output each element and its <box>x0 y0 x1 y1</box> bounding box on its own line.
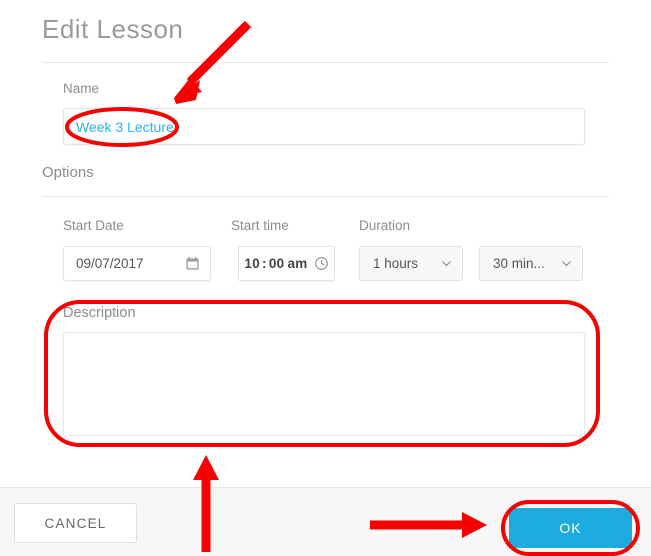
divider-options <box>42 196 609 197</box>
chevron-down-icon[interactable] <box>560 257 573 270</box>
name-field-label: Name <box>63 81 100 96</box>
description-textarea[interactable] <box>63 332 585 436</box>
start-time-meridiem[interactable]: am <box>287 256 307 271</box>
duration-minutes-value: 30 min... <box>493 256 545 271</box>
options-section-label: Options <box>42 164 94 181</box>
duration-hours-select[interactable]: 1 hours <box>359 246 463 281</box>
chevron-down-icon[interactable] <box>440 257 453 270</box>
start-time-label: Start time <box>231 218 289 233</box>
start-date-value: 09/07/2017 <box>76 256 144 271</box>
duration-hours-value: 1 hours <box>373 256 419 271</box>
description-label: Description <box>63 305 136 321</box>
start-time-separator: : <box>262 256 267 271</box>
edit-lesson-dialog: Edit Lesson Name Options Start Date 09/0… <box>0 0 651 556</box>
start-time-minutes[interactable]: 00 <box>269 256 285 271</box>
page-title: Edit Lesson <box>42 14 184 44</box>
divider-top <box>42 62 609 63</box>
start-date-label: Start Date <box>63 218 124 233</box>
ok-button[interactable]: OK <box>509 508 632 548</box>
name-input[interactable] <box>63 108 585 145</box>
clock-icon[interactable] <box>314 256 329 271</box>
duration-label: Duration <box>359 218 411 233</box>
duration-minutes-select[interactable]: 30 min... <box>479 246 583 281</box>
cancel-button[interactable]: CANCEL <box>14 503 137 543</box>
start-time-hours[interactable]: 10 <box>244 256 260 271</box>
dialog-body: Edit Lesson Name Options Start Date 09/0… <box>0 0 651 487</box>
start-time-input[interactable]: 10:00 am <box>238 246 335 281</box>
start-date-input[interactable]: 09/07/2017 <box>63 246 211 281</box>
calendar-icon[interactable] <box>185 256 200 271</box>
